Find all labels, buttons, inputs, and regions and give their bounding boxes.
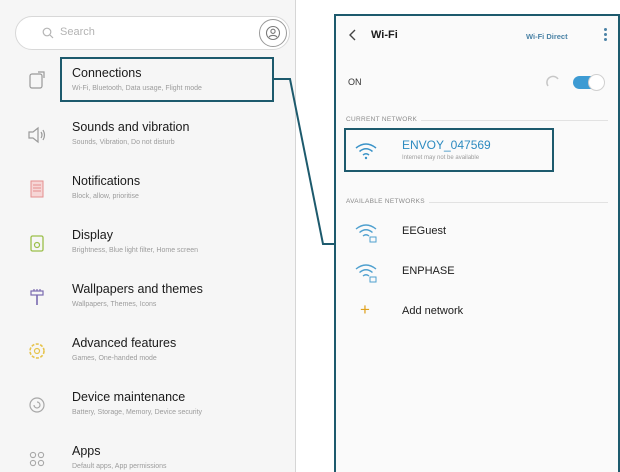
wifi-toggle-switch[interactable] <box>573 74 605 91</box>
maintenance-icon <box>29 397 45 413</box>
wifi-toggle-row[interactable]: ON <box>336 72 618 96</box>
item-title: Device maintenance <box>72 390 186 404</box>
wifi-locked-icon <box>355 224 377 243</box>
settings-item-advanced[interactable]: Advanced features Games, One-handed mode <box>0 328 295 382</box>
item-subtitle: Sounds, Vibration, Do not disturb <box>72 139 175 146</box>
item-subtitle: Battery, Storage, Memory, Device securit… <box>72 409 203 416</box>
item-title: Notifications <box>72 174 141 188</box>
add-network-item[interactable]: + Add network <box>336 294 618 330</box>
settings-item-wallpapers[interactable]: Wallpapers and themes Wallpapers, Themes… <box>0 274 295 328</box>
add-network-label: Add network <box>402 305 464 317</box>
network-name: EEGuest <box>402 225 447 237</box>
item-subtitle: Block, allow, prioritise <box>72 193 139 200</box>
item-title: Display <box>72 228 113 242</box>
item-title: Sounds and vibration <box>72 120 190 134</box>
back-arrow-icon[interactable] <box>348 29 358 41</box>
current-network-highlight-box <box>344 128 554 172</box>
gear-icon <box>29 343 45 359</box>
wifi-panel: Wi-Fi Wi-Fi Direct ON CURRENT NETWORK EN… <box>334 14 620 472</box>
add-icon: + <box>360 300 370 319</box>
wifi-title: Wi-Fi <box>371 29 398 41</box>
search-icon <box>42 27 54 39</box>
apps-icon <box>29 451 45 467</box>
speaker-icon <box>28 126 46 144</box>
network-item-enphase[interactable]: ENPHASE <box>336 254 618 290</box>
wifi-direct-button[interactable]: Wi-Fi Direct <box>526 32 568 41</box>
connections-icon <box>29 71 45 89</box>
item-title: Wallpapers and themes <box>72 282 203 296</box>
wifi-header: Wi-Fi Wi-Fi Direct <box>336 16 618 54</box>
profile-icon <box>265 25 281 41</box>
item-title: Advanced features <box>72 336 177 350</box>
wifi-locked-icon <box>355 264 377 283</box>
network-name: ENPHASE <box>402 265 455 277</box>
search-bar[interactable]: Search <box>15 16 290 50</box>
settings-item-apps[interactable]: Apps Default apps, App permissions <box>0 436 295 472</box>
display-icon <box>30 235 44 252</box>
connections-highlight-box <box>60 57 274 102</box>
item-subtitle: Wallpapers, Themes, Icons <box>72 301 157 308</box>
settings-item-notifications[interactable]: Notifications Block, allow, prioritise <box>0 166 295 220</box>
item-subtitle: Games, One-handed mode <box>72 355 157 362</box>
wifi-status-label: ON <box>348 77 362 87</box>
brush-icon <box>30 289 44 305</box>
more-options-icon[interactable] <box>604 28 608 42</box>
network-item-eeguest[interactable]: EEGuest <box>336 214 618 250</box>
loading-spinner-icon <box>546 75 559 87</box>
item-title: Apps <box>72 444 101 458</box>
item-subtitle: Default apps, App permissions <box>72 463 167 470</box>
settings-panel: Search Connections Wi-Fi, Bluetooth, Dat… <box>0 0 296 472</box>
profile-button[interactable] <box>259 19 287 47</box>
settings-item-sounds[interactable]: Sounds and vibration Sounds, Vibration, … <box>0 112 295 166</box>
search-placeholder: Search <box>60 26 95 38</box>
notifications-icon <box>30 180 44 198</box>
settings-item-maintenance[interactable]: Device maintenance Battery, Storage, Mem… <box>0 382 295 436</box>
item-subtitle: Brightness, Blue light filter, Home scre… <box>72 247 199 254</box>
settings-item-display[interactable]: Display Brightness, Blue light filter, H… <box>0 220 295 274</box>
